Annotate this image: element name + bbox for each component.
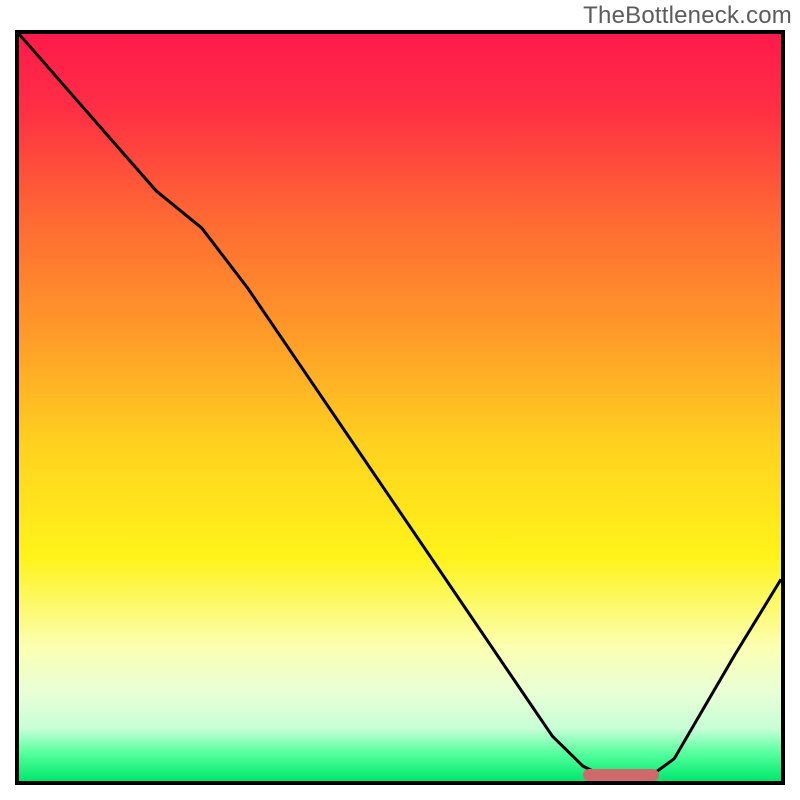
plot-svg xyxy=(19,34,781,781)
plot-frame xyxy=(15,30,785,785)
gradient-background xyxy=(19,34,781,781)
optimal-range-marker xyxy=(583,769,659,781)
chart-container: TheBottleneck.com xyxy=(0,0,800,800)
watermark-label: TheBottleneck.com xyxy=(583,2,792,30)
